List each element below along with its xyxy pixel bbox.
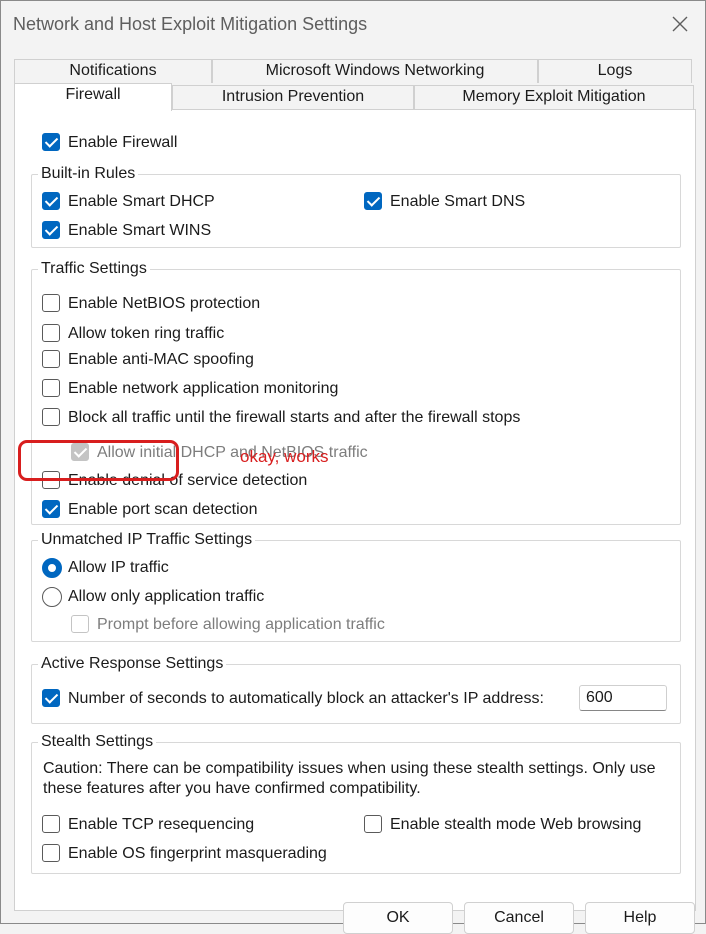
checkbox-label: Prompt before allowing application traff…: [97, 616, 385, 633]
checkbox-label: Enable TCP resequencing: [68, 816, 255, 833]
checkbox-box: [42, 500, 60, 518]
active-response-group: Active Response Settings Number of secon…: [31, 654, 681, 724]
tab-label: Memory Exploit Mitigation: [462, 88, 646, 105]
checkbox-box: [42, 324, 60, 342]
radio-circle: [42, 587, 62, 607]
stealth-caution-text: Caution: There can be compatibility issu…: [43, 760, 656, 797]
group-legend: Unmatched IP Traffic Settings: [38, 530, 256, 550]
cancel-button[interactable]: Cancel: [464, 902, 574, 934]
window-title: Network and Host Exploit Mitigation Sett…: [13, 14, 368, 34]
annotation-text: okay, works: [240, 447, 329, 466]
checkbox-box: [42, 689, 60, 707]
tab-label: Logs: [597, 62, 633, 79]
checkbox-label: Enable Firewall: [68, 134, 178, 151]
checkbox-box: [42, 815, 60, 833]
tab-microsoft-windows-networking[interactable]: Microsoft Windows Networking: [212, 59, 538, 83]
tab-logs[interactable]: Logs: [538, 59, 692, 83]
checkbox-label: Enable NetBIOS protection: [68, 295, 261, 312]
traffic-settings-group: Traffic Settings Enable NetBIOS protecti…: [31, 259, 681, 525]
checkbox-label: Enable anti-MAC spoofing: [68, 351, 254, 368]
checkbox-label: Enable Smart DHCP: [68, 193, 215, 210]
group-legend: Traffic Settings: [38, 259, 150, 279]
checkbox-label: Enable OS fingerprint masquerading: [68, 845, 327, 862]
stealth-settings-group: Stealth Settings Caution: There can be c…: [31, 732, 681, 874]
group-legend: Stealth Settings: [38, 732, 157, 752]
checkbox-box: [364, 815, 382, 833]
help-button[interactable]: Help: [585, 902, 695, 934]
checkbox-box: [42, 221, 60, 239]
tab-memory-exploit-mitigation[interactable]: Memory Exploit Mitigation: [414, 85, 694, 109]
checkbox-label: Enable Smart DNS: [390, 193, 526, 210]
tab-firewall[interactable]: Firewall: [14, 83, 172, 111]
ok-button[interactable]: OK: [343, 902, 453, 934]
checkbox-label: Allow token ring traffic: [68, 325, 225, 342]
tab-intrusion-prevention[interactable]: Intrusion Prevention: [172, 85, 414, 109]
checkbox-label: Enable stealth mode Web browsing: [390, 816, 642, 833]
checkbox-box: [42, 379, 60, 397]
close-button[interactable]: [665, 9, 695, 39]
checkbox-box: [364, 192, 382, 210]
checkbox-label: Number of seconds to automatically block…: [68, 690, 544, 707]
radio-circle: [42, 558, 62, 578]
checkbox-box: [42, 133, 60, 151]
tab-label: Microsoft Windows Networking: [265, 62, 485, 79]
tab-notifications[interactable]: Notifications: [14, 59, 212, 83]
group-legend: Built-in Rules: [38, 164, 139, 184]
tab-label: Notifications: [69, 62, 157, 79]
unmatched-ip-group: Unmatched IP Traffic Settings Allow IP t…: [31, 530, 681, 642]
tab-label: Firewall: [65, 86, 121, 103]
checkbox-box: [42, 844, 60, 862]
radio-label: Allow only application traffic: [68, 588, 265, 605]
checkbox-label: Enable network application monitoring: [68, 380, 339, 397]
builtin-rules-group: Built-in Rules Enable Smart DHCP Enable …: [31, 164, 681, 248]
radio-label: Allow IP traffic: [68, 559, 169, 576]
annotation-circle: [18, 440, 179, 481]
checkbox-box: [71, 615, 89, 633]
checkbox-label: Enable port scan detection: [68, 501, 258, 518]
checkbox-box: [42, 192, 60, 210]
group-legend: Active Response Settings: [38, 654, 227, 674]
checkbox-box: [42, 294, 60, 312]
block-seconds-input[interactable]: 600: [579, 685, 667, 711]
checkbox-box: [42, 408, 60, 426]
firewall-panel: Enable Firewall Built-in Rules Enable Sm…: [14, 109, 696, 911]
checkbox-label: Block all traffic until the firewall sta…: [68, 409, 521, 426]
tab-label: Intrusion Prevention: [221, 88, 365, 105]
checkbox-box: [42, 350, 60, 368]
close-icon: [672, 16, 688, 32]
title-bar: Network and Host Exploit Mitigation Sett…: [1, 1, 705, 47]
checkbox-label: Enable Smart WINS: [68, 222, 212, 239]
dialog-window: Network and Host Exploit Mitigation Sett…: [0, 0, 706, 934]
